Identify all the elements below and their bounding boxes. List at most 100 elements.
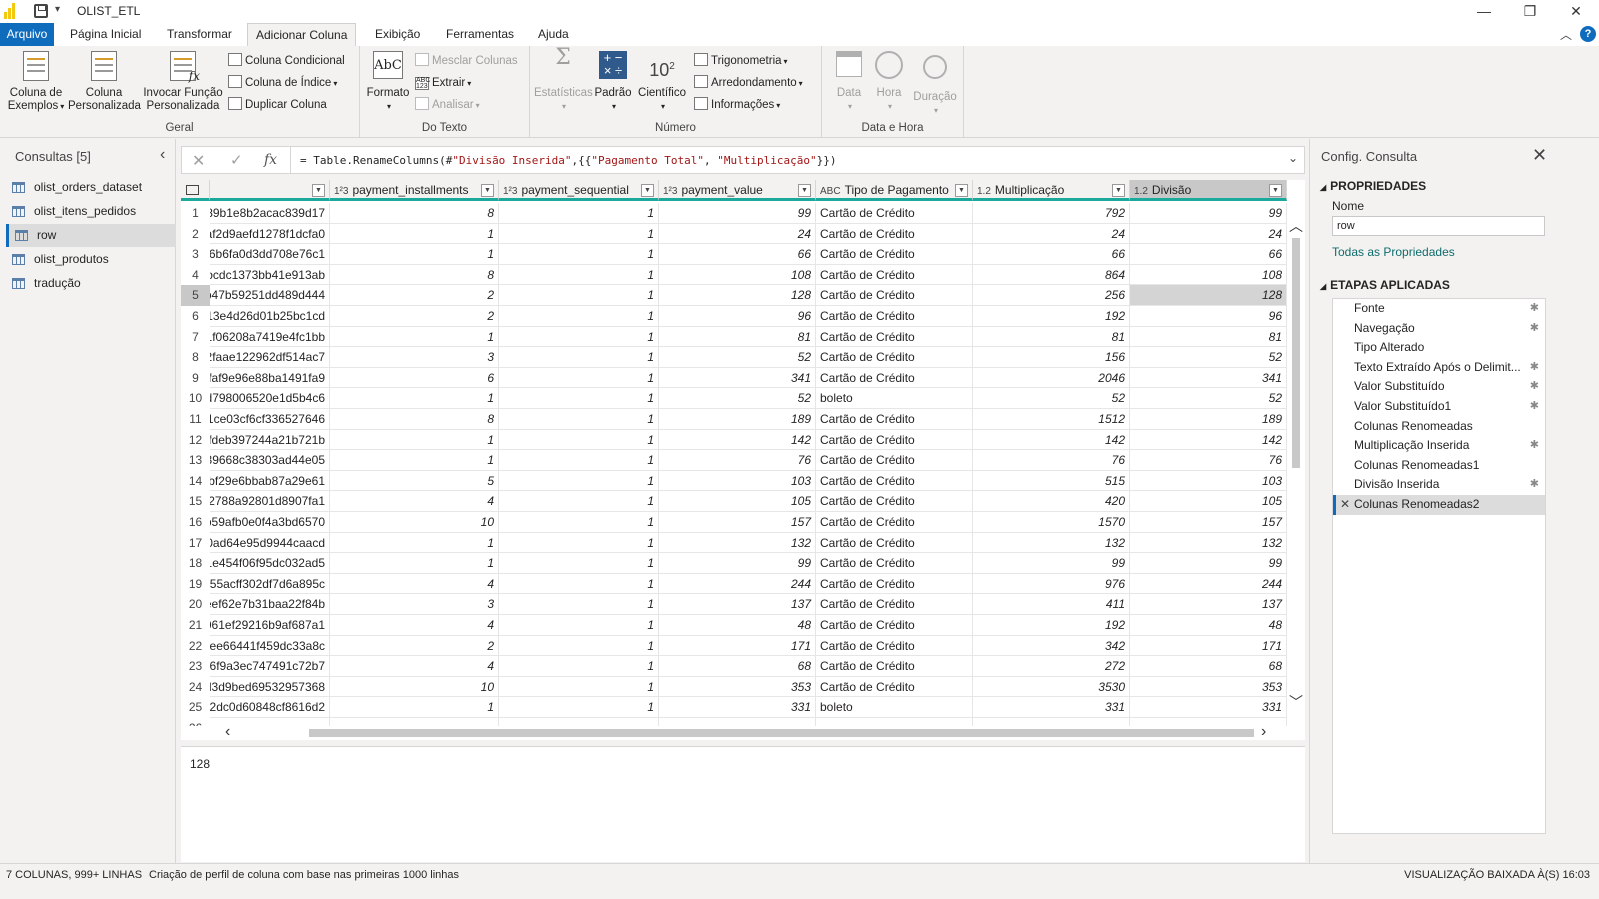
step-settings-gear-icon[interactable]: ✱ [1530, 319, 1539, 338]
table-cell[interactable]: Cartão de Crédito [816, 491, 973, 512]
table-cell[interactable]: 1 [330, 223, 499, 245]
scroll-down-icon[interactable]: ﹀ [1289, 692, 1303, 712]
duration-button[interactable]: Duração ▾ [910, 51, 960, 117]
close-window-button[interactable]: ✕ [1553, 0, 1599, 23]
format-button[interactable]: AbC Formato ▾ [366, 51, 410, 113]
commit-formula-icon[interactable]: ✓ [230, 151, 243, 169]
table-cell[interactable]: 142 [973, 429, 1130, 451]
column-filter-dropdown-icon[interactable]: ▼ [1112, 184, 1125, 197]
table-cell[interactable]: 108 [1130, 264, 1287, 286]
row-number[interactable]: 9 [181, 367, 210, 389]
table-cell[interactable]: 1 [330, 450, 499, 471]
table-cell[interactable]: 1 [499, 347, 659, 368]
table-cell[interactable]: 52 [973, 388, 1130, 409]
table-cell[interactable]: 39668c38303ad44e05... [210, 450, 330, 471]
table-cell[interactable]: 189 [1130, 409, 1287, 430]
trigonometry-button[interactable]: Trigonometria ▾ [694, 52, 788, 70]
table-cell[interactable]: 7af2d9aefd1278f1dcfa0 [210, 223, 330, 245]
delete-step-icon[interactable]: ✕ [1340, 495, 1350, 514]
column-filter-dropdown-icon[interactable]: ▼ [481, 184, 494, 197]
table-cell[interactable]: 137 [1130, 594, 1287, 615]
table-cell[interactable]: 103 [1130, 470, 1287, 492]
column-filter-dropdown-icon[interactable]: ▼ [312, 184, 325, 197]
merge-columns-button[interactable]: Mesclar Colunas [415, 52, 518, 70]
table-cell[interactable]: Cartão de Crédito [816, 203, 973, 224]
table-cell[interactable]: 108 [659, 264, 816, 286]
table-cell[interactable]: ce8ee66441f459dc33a8c [210, 635, 330, 657]
query-item[interactable]: tradução [6, 272, 176, 295]
table-cell[interactable]: 3530 [973, 676, 1130, 698]
step-settings-gear-icon[interactable]: ✱ [1530, 358, 1539, 377]
row-number[interactable]: 23 [181, 656, 210, 677]
formula-input[interactable]: = Table.RenameColumns(#"Divisão Inserida… [300, 154, 836, 167]
rounding-button[interactable]: Arredondamento ▾ [694, 74, 803, 92]
table-cell[interactable]: ocdc1373bb41e913ab... [210, 264, 330, 286]
query-item-selected[interactable]: row [6, 224, 176, 247]
table-cell[interactable]: 171 [659, 635, 816, 657]
table-cell[interactable]: 1 [499, 656, 659, 677]
row-number[interactable]: 8 [181, 347, 210, 368]
quick-access-dropdown-icon[interactable]: ▾ [55, 4, 60, 15]
applied-steps-header[interactable]: ◢ ETAPAS APLICADAS [1320, 278, 1450, 292]
row-number[interactable]: 16 [181, 512, 210, 533]
table-cell[interactable]: 1 [330, 388, 499, 409]
table-cell[interactable]: 48 [1130, 615, 1287, 636]
table-cell[interactable]: 1 [499, 285, 659, 306]
scroll-up-icon[interactable]: ︿ [1289, 216, 1303, 236]
column-filter-dropdown-icon[interactable]: ▼ [641, 184, 654, 197]
table-cell[interactable]: 66 [973, 244, 1130, 265]
row-number[interactable]: 3 [181, 244, 210, 265]
column-header[interactable]: ▼ [210, 180, 330, 201]
table-cell[interactable]: 256 [973, 285, 1130, 306]
row-number[interactable]: 1 [181, 203, 210, 224]
time-button[interactable]: Hora ▾ [870, 51, 908, 113]
table-cell[interactable]: beef62e7b31baa22f84b [210, 594, 330, 615]
row-number[interactable]: 10 [181, 388, 210, 409]
table-cell[interactable]: 331 [1130, 697, 1287, 718]
table-cell[interactable]: 99 [1130, 203, 1287, 224]
table-cell[interactable]: 96 [659, 306, 816, 327]
table-cell[interactable]: fdeb397244a21b721b... [210, 429, 330, 451]
table-cell[interactable]: 52 [1130, 388, 1287, 409]
table-cell[interactable]: o413e4d26d01b25bc1cd [210, 306, 330, 327]
table-cell[interactable]: 128 [659, 285, 816, 306]
table-cell[interactable]: Cartão de Crédito [816, 676, 973, 698]
conditional-column-button[interactable]: Coluna Condicional [228, 52, 345, 70]
table-cell[interactable]: 1 [499, 553, 659, 574]
table-cell[interactable]: 1 [499, 615, 659, 636]
step-settings-gear-icon[interactable]: ✱ [1530, 436, 1539, 455]
scroll-right-icon[interactable]: › [1261, 723, 1266, 741]
table-cell[interactable]: 2 [330, 635, 499, 657]
table-cell[interactable]: Cartão de Crédito [816, 326, 973, 348]
step-settings-gear-icon[interactable]: ✱ [1530, 475, 1539, 494]
row-number[interactable]: 5 [181, 285, 210, 306]
table-cell[interactable]: 420 [973, 491, 1130, 512]
column-header[interactable]: 1.2 Multiplicação ▼ [973, 180, 1130, 201]
tab-ferramentas[interactable]: Ferramentas [438, 23, 522, 46]
collapse-ribbon-icon[interactable]: ︿ [1560, 26, 1572, 43]
table-cell[interactable]: Cartão de Crédito [816, 285, 973, 306]
table-cell[interactable]: 2788a92801d8907fa1... [210, 491, 330, 512]
table-cell[interactable]: 52 [659, 388, 816, 409]
table-cell[interactable]: 132 [659, 532, 816, 554]
table-cell[interactable]: 353 [1130, 676, 1287, 698]
table-cell[interactable]: o061ef29216b9af687a1 [210, 615, 330, 636]
table-cell[interactable]: 96b6fa0d3dd708e76c1... [210, 244, 330, 265]
applied-step[interactable]: Tipo Alterado [1333, 338, 1545, 358]
fx-icon[interactable]: fx [264, 152, 277, 168]
table-cell[interactable]: 1 [499, 203, 659, 224]
query-item[interactable]: olist_orders_dataset [6, 176, 176, 199]
collapse-panel-icon[interactable]: ‹ [160, 146, 165, 164]
table-cell[interactable]: 1 [499, 573, 659, 595]
table-cell[interactable]: Cartão de Crédito [816, 409, 973, 430]
table-cell[interactable]: 1 [499, 532, 659, 554]
table-cell[interactable]: 137 [659, 594, 816, 615]
table-cell[interactable]: 1 [499, 697, 659, 718]
row-number[interactable]: 24 [181, 676, 210, 698]
table-cell[interactable]: Cartão de Crédito [816, 532, 973, 554]
table-cell[interactable]: 171 [1130, 635, 1287, 657]
close-settings-icon[interactable]: ✕ [1532, 145, 1547, 166]
table-cell[interactable]: 81 [1130, 326, 1287, 348]
table-cell[interactable]: 3 [330, 594, 499, 615]
column-type-icon[interactable]: 1²3 [663, 181, 677, 198]
